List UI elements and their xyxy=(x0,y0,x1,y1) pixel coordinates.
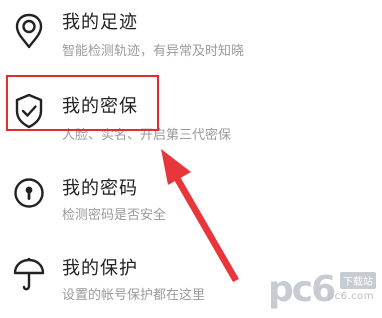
menu-item-title: 我的密码 xyxy=(62,178,138,199)
menu-item-subtitle: 设置的帐号保护都在这里 xyxy=(62,288,206,303)
menu-item-password[interactable]: 我的密码 检测密码是否安全 xyxy=(0,160,382,230)
watermark-logo: pc6 xyxy=(268,269,336,310)
location-pin-icon xyxy=(12,12,46,50)
watermark-url: pc6.com xyxy=(327,291,374,302)
menu-item-title: 我的保护 xyxy=(62,258,138,279)
keyhole-icon xyxy=(12,174,46,212)
account-security-page: 我的足迹 智能检测轨迹，有异常及时知晓 我的密保 人脸、实名、开启第三代密保 我… xyxy=(0,0,382,318)
menu-item-subtitle: 智能检测轨迹，有异常及时知晓 xyxy=(62,44,245,59)
highlight-box xyxy=(6,75,159,131)
menu-item-subtitle: 检测密码是否安全 xyxy=(62,208,167,223)
umbrella-icon xyxy=(12,256,46,294)
watermark: pc6 下载站 pc6.com xyxy=(268,266,378,314)
menu-item-title: 我的足迹 xyxy=(62,12,138,33)
menu-item-footprint[interactable]: 我的足迹 智能检测轨迹，有异常及时知晓 xyxy=(0,0,382,70)
watermark-tag: 下载站 xyxy=(340,272,376,289)
